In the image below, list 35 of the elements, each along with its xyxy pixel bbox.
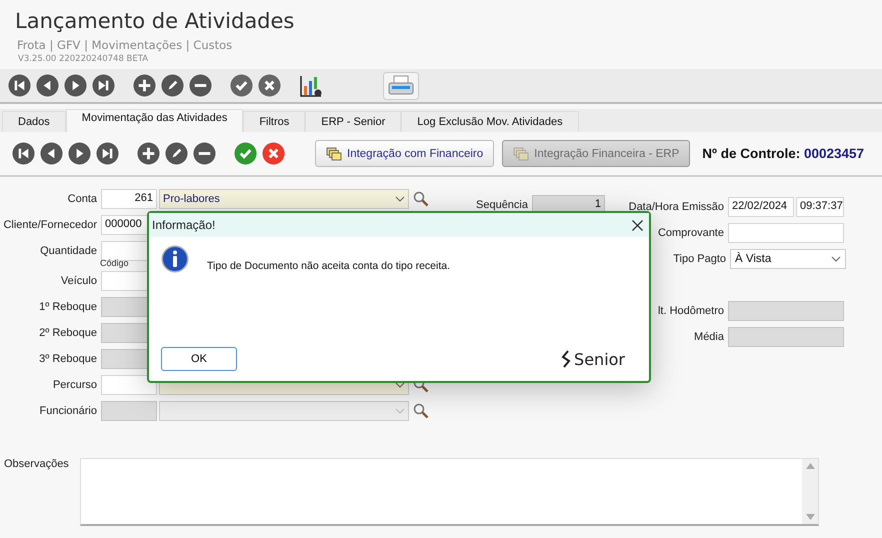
integration-button[interactable]: Integração com Financeiro [315, 140, 494, 167]
field-label: 2º Reboque [38, 327, 98, 339]
date-field[interactable]: 22/02/2024 [728, 197, 794, 217]
tab[interactable]: Movimentação das Atividades [66, 109, 244, 132]
field-label: Percurso [52, 379, 98, 391]
field-label: Cliente/Fornecedor [2, 219, 98, 231]
ok-button[interactable]: OK [161, 347, 237, 371]
control-number: Nº de Controle: 00023457 [702, 146, 864, 161]
dialog-message: Tipo de Documento não aceita conta do tipo receita. [207, 260, 450, 272]
field-label: Média [694, 331, 725, 343]
breadcrumb: Frota | GFV | Movimentações | Custos [17, 38, 234, 52]
tab[interactable]: ERP - Senior [305, 111, 402, 132]
version-label: V3.25.00 220220240748 BETA [18, 54, 150, 64]
tab[interactable]: Dados [2, 111, 66, 132]
tab[interactable]: Filtros [243, 111, 306, 132]
field-label: Observações [4, 458, 70, 472]
field-label: Data/Hora Emissão [628, 201, 725, 213]
field-caption: Código [100, 258, 129, 268]
field-label: Sequência [475, 199, 529, 211]
payment-select[interactable]: À Vista [730, 249, 846, 269]
field-label: lt. Hodômetro [658, 305, 725, 317]
field-label: Funcionário [38, 405, 98, 417]
field-label: 1º Reboque [38, 301, 98, 313]
field-label: Tipo Pagto [673, 253, 727, 265]
field-label: Quantidade [39, 245, 98, 257]
lookup-combo[interactable]: Pro-labores [159, 189, 409, 209]
time-field[interactable]: 09:37:37 [796, 197, 844, 217]
page-title: Lançamento de Atividades [15, 8, 296, 35]
field-label: 3º Reboque [38, 353, 98, 365]
tab[interactable]: Log Exclusão Mov. Atividades [401, 111, 579, 132]
field-label: Veículo [60, 275, 98, 287]
field-label: Conta [66, 193, 98, 205]
field-label: Comprovante [658, 227, 725, 239]
brand-name: Senior [574, 350, 625, 368]
code-field[interactable]: 261 [101, 189, 157, 209]
